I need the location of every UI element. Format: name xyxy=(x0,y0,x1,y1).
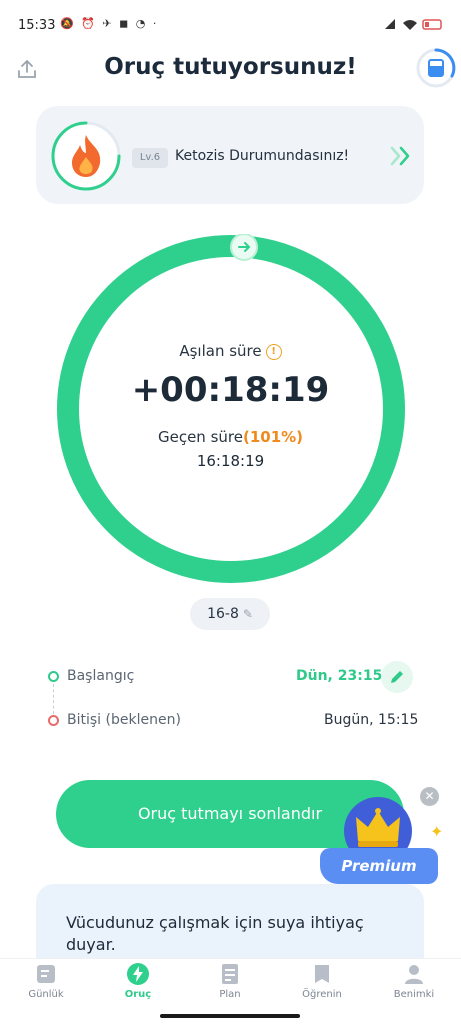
premium-badge[interactable]: Premium xyxy=(320,848,438,884)
info-icon[interactable]: ! xyxy=(265,343,282,360)
status-bar: 15:33 🔕 ⏰ ✈ ◼ ◔ · xyxy=(0,0,461,56)
plan-icon xyxy=(222,964,238,984)
nav-item-ogrenin[interactable]: Öğrenin xyxy=(282,962,362,1000)
diary-icon xyxy=(37,965,55,983)
status-system-icons xyxy=(383,17,443,34)
close-icon[interactable]: ✕ xyxy=(420,787,439,806)
start-value[interactable]: Dün, 23:15 xyxy=(296,668,382,684)
exceeded-time-label: Aşılan süre! xyxy=(0,342,461,360)
signal-wifi-battery-icon xyxy=(385,19,442,30)
lightning-icon xyxy=(127,963,149,985)
status-notification-icons: 🔕 ⏰ ✈ ◼ ◔ · xyxy=(60,17,159,30)
ketosis-status-text: Ketozis Durumundasınız! xyxy=(175,148,350,164)
end-dot xyxy=(48,715,59,726)
elapsed-time-value: 16:18:19 xyxy=(196,452,265,470)
exceeded-label-text: Aşılan süre xyxy=(179,342,262,360)
double-chevron-right-icon[interactable] xyxy=(388,144,414,168)
start-label: Başlangıç xyxy=(67,668,135,684)
flame-icon xyxy=(72,135,101,177)
timeline-connector xyxy=(53,684,54,714)
sparkle-icon: ✦ xyxy=(430,822,444,841)
edit-start-button[interactable] xyxy=(381,661,413,693)
start-dot xyxy=(48,671,59,682)
book-icon xyxy=(315,965,329,983)
elapsed-percent: (101%) xyxy=(242,428,304,446)
elapsed-label-text: Geçen süre xyxy=(157,428,243,446)
end-label: Bitişi (beklenen) xyxy=(67,712,181,728)
status-time: 15:33 xyxy=(18,18,56,33)
nav-label: Oruç xyxy=(124,989,152,1000)
nav-label: Öğrenin xyxy=(302,989,342,1000)
profile-icon xyxy=(405,965,423,984)
level-badge: Lv.6 xyxy=(132,148,168,168)
nav-item-gunluk[interactable]: Günlük xyxy=(6,962,86,1000)
nav-label: Plan xyxy=(219,989,241,1000)
plan-selector[interactable]: 16-8 ✎ xyxy=(190,598,270,630)
nav-item-plan[interactable]: Plan xyxy=(190,962,270,1000)
home-indicator[interactable] xyxy=(160,1014,300,1018)
plan-label: 16-8 xyxy=(207,606,239,622)
nav-item-oruc[interactable]: Oruç xyxy=(98,962,178,1000)
nav-label: Benimki xyxy=(393,989,435,1000)
tip-text: Vücudunuz çalışmak için suya ihtiyaç duy… xyxy=(66,913,364,954)
elapsed-time-label: Geçen süre(101%) xyxy=(0,428,461,446)
pencil-icon: ✎ xyxy=(242,607,253,621)
nav-item-benimki[interactable]: Benimki xyxy=(374,962,454,1000)
page-title: Oruç tutuyorsunuz! xyxy=(104,54,357,80)
end-value: Bugün, 15:15 xyxy=(324,712,419,728)
exceeded-time-value: +00:18:19 xyxy=(131,370,330,410)
water-glass-icon[interactable] xyxy=(414,46,458,90)
nav-label: Günlük xyxy=(28,989,64,1000)
